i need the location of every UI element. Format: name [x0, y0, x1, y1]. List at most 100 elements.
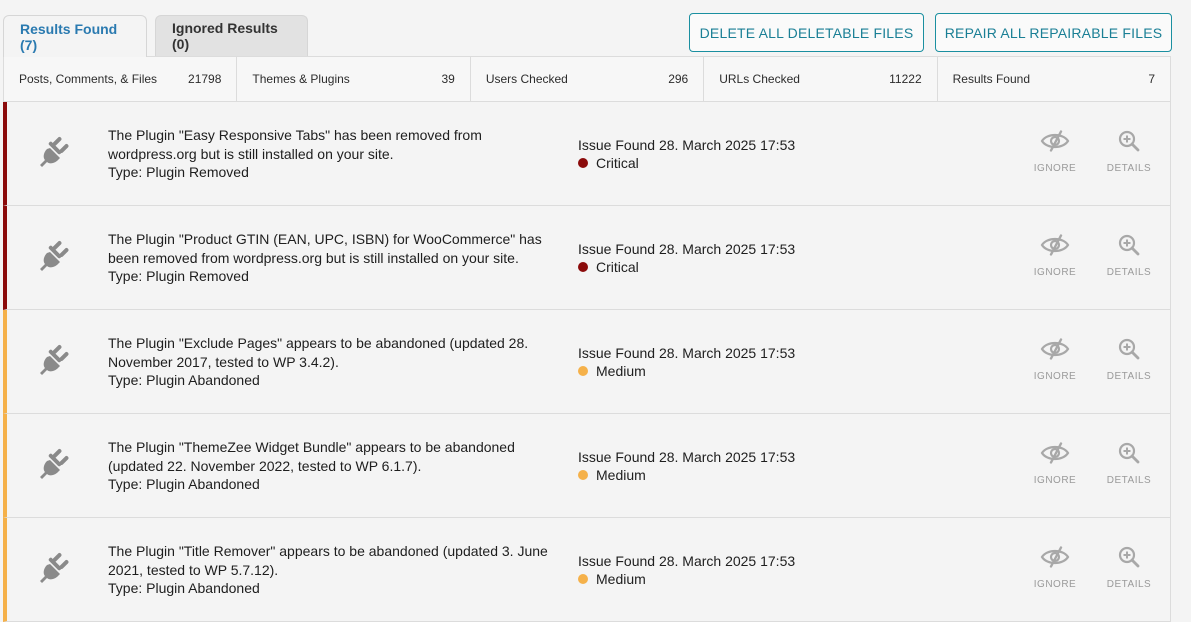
severity-indicator: Critical — [578, 154, 795, 172]
bulk-actions: DELETE ALL DELETABLE FILES REPAIR ALL RE… — [689, 13, 1172, 52]
severity-label: Medium — [596, 571, 646, 587]
severity-indicator: Medium — [578, 362, 795, 380]
result-found-info: Issue Found 28. March 2025 17:53 Critica… — [578, 240, 795, 276]
result-found-info: Issue Found 28. March 2025 17:53 Critica… — [578, 136, 795, 172]
ignore-label: IGNORE — [1033, 579, 1077, 590]
ignore-label: IGNORE — [1033, 267, 1077, 278]
zoom-in-icon — [1118, 130, 1140, 163]
stat-value: 39 — [441, 72, 455, 86]
result-type: Type: Plugin Removed — [108, 268, 249, 284]
result-found-info: Issue Found 28. March 2025 17:53 Medium — [578, 552, 795, 588]
stat-value: 21798 — [188, 72, 222, 86]
result-description: The Plugin "ThemeZee Widget Bundle" appe… — [108, 438, 553, 494]
severity-label: Medium — [596, 467, 646, 483]
tab-results-found-label: Results Found (7) — [20, 20, 118, 53]
eye-slash-icon — [1040, 234, 1070, 267]
details-label: DETAILS — [1106, 163, 1152, 174]
stat-posts-comments-files: Posts, Comments, & Files 21798 — [4, 57, 238, 101]
scan-stats-bar: Posts, Comments, & Files 21798 Themes & … — [3, 56, 1171, 102]
stat-users-checked: Users Checked 296 — [471, 57, 705, 101]
severity-indicator: Critical — [578, 258, 795, 276]
details-label: DETAILS — [1106, 475, 1152, 486]
eye-slash-icon — [1040, 338, 1070, 371]
result-message: The Plugin "Easy Responsive Tabs" has be… — [108, 127, 482, 162]
zoom-in-icon — [1118, 338, 1140, 371]
result-message: The Plugin "Exclude Pages" appears to be… — [108, 335, 529, 370]
details-button[interactable]: DETAILS — [1094, 234, 1164, 278]
stat-label: Results Found — [952, 72, 1030, 86]
details-button[interactable]: DETAILS — [1094, 338, 1164, 382]
zoom-in-icon — [1118, 546, 1140, 579]
eye-slash-icon — [1040, 546, 1070, 579]
results-list: The Plugin "Easy Responsive Tabs" has be… — [3, 102, 1171, 622]
result-description: The Plugin "Easy Responsive Tabs" has be… — [108, 126, 553, 182]
stat-label: URLs Checked — [719, 72, 800, 86]
result-type: Type: Plugin Abandoned — [108, 372, 260, 388]
issue-found-date: Issue Found 28. March 2025 17:53 — [578, 241, 796, 257]
details-button[interactable]: DETAILS — [1094, 130, 1164, 174]
ignore-button[interactable]: IGNORE — [1020, 234, 1090, 278]
tab-ignored-results-label: Ignored Results (0) — [172, 20, 278, 52]
result-description: The Plugin "Title Remover" appears to be… — [108, 542, 553, 598]
result-row: The Plugin "Easy Responsive Tabs" has be… — [3, 102, 1171, 206]
severity-label: Medium — [596, 363, 646, 379]
issue-found-date: Issue Found 28. March 2025 17:53 — [578, 345, 796, 361]
stat-label: Themes & Plugins — [252, 72, 350, 86]
result-row: The Plugin "ThemeZee Widget Bundle" appe… — [3, 414, 1171, 518]
result-row: The Plugin "Exclude Pages" appears to be… — [3, 310, 1171, 414]
severity-dot — [578, 262, 588, 272]
result-row: The Plugin "Title Remover" appears to be… — [3, 518, 1171, 622]
result-description: The Plugin "Exclude Pages" appears to be… — [108, 334, 553, 390]
severity-dot — [578, 366, 588, 376]
ignore-button[interactable]: IGNORE — [1020, 546, 1090, 590]
results-tabs: Results Found (7) Ignored Results (0) — [3, 15, 308, 57]
severity-indicator: Medium — [578, 570, 795, 588]
details-button[interactable]: DETAILS — [1094, 546, 1164, 590]
details-label: DETAILS — [1106, 267, 1152, 278]
ignore-label: IGNORE — [1033, 163, 1077, 174]
stat-label: Users Checked — [485, 72, 568, 86]
issue-found-date: Issue Found 28. March 2025 17:53 — [578, 137, 796, 153]
issue-found-date: Issue Found 28. March 2025 17:53 — [578, 449, 796, 465]
tab-results-found[interactable]: Results Found (7) — [3, 15, 147, 57]
stat-value: 11222 — [889, 72, 922, 86]
ignore-button[interactable]: IGNORE — [1020, 130, 1090, 174]
ignore-label: IGNORE — [1033, 371, 1077, 382]
stat-label: Posts, Comments, & Files — [19, 72, 158, 86]
result-found-info: Issue Found 28. March 2025 17:53 Medium — [578, 448, 795, 484]
zoom-in-icon — [1118, 234, 1140, 267]
eye-slash-icon — [1040, 442, 1070, 475]
plug-icon — [37, 446, 71, 482]
severity-label: Critical — [596, 259, 639, 275]
ignore-label: IGNORE — [1033, 475, 1077, 486]
stat-results-found: Results Found 7 — [938, 57, 1170, 101]
eye-slash-icon — [1040, 130, 1070, 163]
ignore-button[interactable]: IGNORE — [1020, 442, 1090, 486]
details-button[interactable]: DETAILS — [1094, 442, 1164, 486]
details-label: DETAILS — [1106, 371, 1152, 382]
severity-label: Critical — [596, 155, 639, 171]
plug-icon — [37, 238, 71, 274]
result-found-info: Issue Found 28. March 2025 17:53 Medium — [578, 344, 795, 380]
delete-all-deletable-button[interactable]: DELETE ALL DELETABLE FILES — [689, 13, 924, 52]
details-label: DETAILS — [1106, 579, 1152, 590]
stat-urls-checked: URLs Checked 11222 — [704, 57, 938, 101]
plug-icon — [37, 550, 71, 586]
plug-icon — [37, 342, 71, 378]
severity-dot — [578, 158, 588, 168]
result-message: The Plugin "ThemeZee Widget Bundle" appe… — [108, 439, 515, 474]
issue-found-date: Issue Found 28. March 2025 17:53 — [578, 553, 796, 569]
result-type: Type: Plugin Abandoned — [108, 580, 260, 596]
ignore-button[interactable]: IGNORE — [1020, 338, 1090, 382]
result-type: Type: Plugin Abandoned — [108, 476, 260, 492]
result-message: The Plugin "Title Remover" appears to be… — [108, 543, 548, 578]
stat-themes-plugins: Themes & Plugins 39 — [237, 57, 471, 101]
plug-icon — [37, 134, 71, 170]
repair-all-repairable-button[interactable]: REPAIR ALL REPAIRABLE FILES — [935, 13, 1172, 52]
stat-value: 296 — [668, 72, 689, 86]
zoom-in-icon — [1118, 442, 1140, 475]
result-row: The Plugin "Product GTIN (EAN, UPC, ISBN… — [3, 206, 1171, 310]
stat-value: 7 — [1148, 72, 1156, 86]
tab-ignored-results[interactable]: Ignored Results (0) — [155, 15, 308, 56]
severity-dot — [578, 470, 588, 480]
